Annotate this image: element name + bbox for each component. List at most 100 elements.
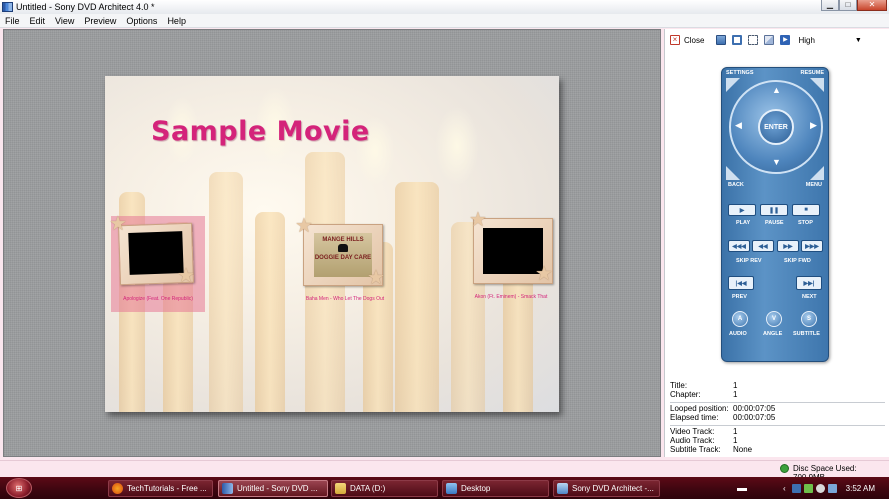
safely-remove-icon[interactable] xyxy=(803,484,813,493)
skip-fwd-fast-button[interactable]: ▶▶▶ xyxy=(801,240,823,252)
prev-button[interactable]: |◀◀ xyxy=(728,276,754,290)
stop-button[interactable]: ■ xyxy=(792,204,820,216)
menu-button[interactable]: MENU xyxy=(806,182,822,188)
position-info: Looped position: 00:00:07:05 Elapsed time… xyxy=(670,404,885,422)
resume-button[interactable]: RESUME xyxy=(800,70,824,76)
arrow-left-icon[interactable]: ◀ xyxy=(735,120,742,131)
video-track-label: Video Track: xyxy=(670,427,715,436)
resume-corner-button[interactable] xyxy=(810,78,824,92)
menu-button-label: Baha Men - Who Let The Dogs Out xyxy=(305,296,385,302)
stop-label: STOP xyxy=(798,220,813,226)
title-value: 1 xyxy=(733,381,738,390)
external-monitor-icon[interactable] xyxy=(716,35,727,45)
preview-control-panel: × Close ▶ High ▼ SETTINGS RESUME ▲ ▼ ◀ ▶… xyxy=(664,29,889,457)
back-corner-button[interactable] xyxy=(726,166,740,180)
language-icon[interactable] xyxy=(791,484,801,493)
system-clock[interactable]: 3:52 AM xyxy=(846,484,875,493)
dvd-architect-icon xyxy=(222,483,233,494)
folder-icon xyxy=(335,483,346,494)
menu-file[interactable]: File xyxy=(0,16,25,26)
menu-edit[interactable]: Edit xyxy=(25,16,51,26)
window-controls: ▁ □ ✕ xyxy=(821,0,887,12)
menu-preview[interactable]: Preview xyxy=(79,16,121,26)
close-window-button[interactable]: ✕ xyxy=(857,0,887,11)
subtitle-button[interactable]: S xyxy=(801,311,817,327)
taskbar-item-label: TechTutorials - Free ... xyxy=(127,484,207,493)
menu-button-3[interactable]: ★ ★ Akon (Ft. Eminem) - Smack That xyxy=(463,209,559,308)
track-info: Video Track: 1 Audio Track: 1 Subtitle Tra… xyxy=(670,427,885,454)
menu-view[interactable]: View xyxy=(50,16,79,26)
video-track-value: 1 xyxy=(733,427,738,436)
pause-label: PAUSE xyxy=(765,220,784,226)
preview-area[interactable]: Sample Movie ★ ★ Apologize (Feat. One Re… xyxy=(3,29,661,457)
taskbar-item-dvd-architect-untitled[interactable]: Untitled - Sony DVD ... xyxy=(218,480,328,497)
menu-button-label: Apologize (Feat. One Republic) xyxy=(123,296,193,302)
start-button[interactable]: ⊞ xyxy=(6,478,32,498)
dog-icon xyxy=(338,244,348,252)
enter-button[interactable]: ENTER xyxy=(758,109,794,145)
skip-fwd-label: SKIP FWD xyxy=(784,258,811,264)
play-icon[interactable]: ▶ xyxy=(780,35,791,45)
arrow-up-icon[interactable]: ▲ xyxy=(772,85,781,95)
menu-button-label: Akon (Ft. Eminem) - Smack That xyxy=(474,294,548,300)
angle-button[interactable]: V xyxy=(766,311,782,327)
taskbar-item-data-drive[interactable]: DATA (D:) xyxy=(331,480,438,497)
subtitle-track-value: None xyxy=(733,445,753,454)
network-icon[interactable] xyxy=(827,484,837,493)
audio-button[interactable]: A xyxy=(732,311,748,327)
dvd-architect-icon xyxy=(557,483,568,494)
menu-bar: File Edit View Preview Options Help xyxy=(0,14,889,28)
volume-icon[interactable] xyxy=(815,484,825,493)
settings-corner-button[interactable] xyxy=(726,78,740,92)
taskbar-item-techtutorials[interactable]: TechTutorials - Free ... xyxy=(108,480,213,497)
dvd-menu-canvas: Sample Movie ★ ★ Apologize (Feat. One Re… xyxy=(105,76,559,412)
preview-toolbar: × Close ▶ High ▼ xyxy=(670,33,884,47)
taskbar-item-desktop[interactable]: Desktop xyxy=(442,480,549,497)
star-icon: ★ xyxy=(469,209,487,231)
status-bar: Disc Space Used: 700.9MB xyxy=(0,460,889,482)
arrow-down-icon[interactable]: ▼ xyxy=(772,157,781,167)
elapsed-time-value: 00:00:07:05 xyxy=(733,413,776,422)
preview-quality-dropdown[interactable]: High xyxy=(798,36,814,45)
thumbnail-screen xyxy=(483,228,543,274)
back-button[interactable]: BACK xyxy=(728,182,744,188)
skip-rev-fast-button[interactable]: ◀◀◀ xyxy=(728,240,750,252)
settings-button[interactable]: SETTINGS xyxy=(726,70,754,76)
close-preview-button[interactable]: Close xyxy=(684,36,704,45)
star-icon: ★ xyxy=(109,213,127,235)
star-icon: ★ xyxy=(367,267,385,289)
thumbnail-screen xyxy=(128,231,184,275)
pause-button[interactable]: ❚❚ xyxy=(760,204,788,216)
safe-area-icon[interactable] xyxy=(748,35,759,45)
arrow-right-icon[interactable]: ▶ xyxy=(810,120,817,131)
copy-snapshot-icon[interactable] xyxy=(764,35,775,45)
chevron-left-icon[interactable]: ‹ xyxy=(783,484,786,493)
menu-button-1-highlight[interactable]: ★ ★ Apologize (Feat. One Republic) xyxy=(109,213,205,312)
audio-label: AUDIO xyxy=(729,331,747,337)
logo-text: DOGGIE DAY CARE xyxy=(314,255,372,261)
subtitle-track-label: Subtitle Track: xyxy=(670,445,721,454)
taskbar-item-label: Untitled - Sony DVD ... xyxy=(237,484,318,493)
taskbar-item-dvd-architect-2[interactable]: Sony DVD Architect -... xyxy=(553,480,660,497)
menu-options[interactable]: Options xyxy=(121,16,162,26)
title-label: Title: xyxy=(670,381,688,390)
window-title: Untitled - Sony DVD Architect 4.0 * xyxy=(16,2,155,12)
fullscreen-icon[interactable] xyxy=(732,35,743,45)
dvd-architect-app-icon[interactable] xyxy=(2,2,13,12)
next-button[interactable]: ▶▶| xyxy=(796,276,822,290)
chapter-label: Chapter: xyxy=(670,390,701,399)
skip-fwd-button[interactable]: ▶▶ xyxy=(777,240,799,252)
play-label: PLAY xyxy=(736,220,751,226)
menu-help[interactable]: Help xyxy=(162,16,191,26)
chevron-down-icon[interactable]: ▼ xyxy=(855,37,862,44)
close-icon[interactable]: × xyxy=(670,35,680,45)
logo-text: MANGE HILLS xyxy=(322,237,364,243)
skip-rev-button[interactable]: ◀◀ xyxy=(752,240,774,252)
menu-button-2[interactable]: MANGE HILLS DOGGIE DAY CARE ★ ★ Baha Men… xyxy=(293,216,397,312)
play-button[interactable]: ▶ xyxy=(728,204,756,216)
info-divider xyxy=(670,425,885,426)
menu-corner-button[interactable] xyxy=(810,166,824,180)
minimize-button[interactable]: ▁ xyxy=(821,0,839,11)
maximize-button[interactable]: □ xyxy=(839,0,857,11)
title-bar: Untitled - Sony DVD Architect 4.0 * ▁ □ … xyxy=(0,0,889,14)
